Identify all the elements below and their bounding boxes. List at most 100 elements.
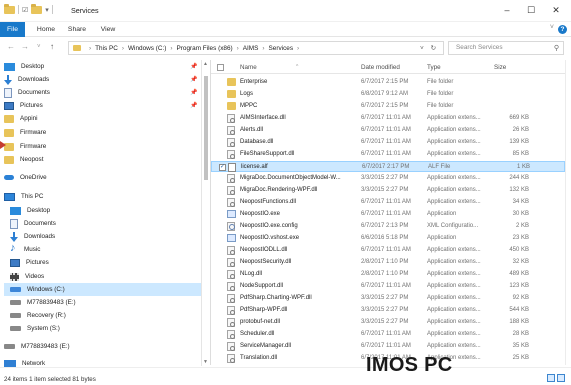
file-row-license-alf[interactable]: ✓ license.alf 6/7/2017 2:17 PM ALF File … bbox=[211, 161, 565, 172]
file-row-neopostfunctions[interactable]: NeopostFunctions.dll 6/7/2017 11:01 AM A… bbox=[211, 197, 565, 208]
file-row-neopostsecurity[interactable]: NeopostSecurity.dll 2/8/2017 1:10 PM App… bbox=[211, 257, 565, 268]
dll-icon bbox=[227, 198, 235, 207]
sidebar-item-pictures[interactable]: Pictures 📌 bbox=[4, 99, 203, 112]
select-all-checkbox[interactable] bbox=[217, 64, 224, 71]
refresh-icon[interactable]: ↻ bbox=[431, 45, 436, 52]
close-button[interactable]: ✕ bbox=[546, 4, 566, 16]
forward-arrow-icon[interactable]: → bbox=[21, 42, 29, 51]
column-header-size[interactable]: Size bbox=[494, 64, 506, 71]
recent-locations-chevron-icon[interactable]: ˅ bbox=[37, 44, 41, 50]
sidebar-item-downloads[interactable]: Downloads bbox=[10, 230, 209, 243]
sidebar-item-desktop[interactable]: Desktop 📌 bbox=[4, 60, 203, 73]
scroll-down-icon[interactable]: ▼ bbox=[203, 359, 208, 365]
tab-home[interactable]: Home bbox=[33, 22, 59, 37]
tab-view[interactable]: View bbox=[96, 22, 120, 37]
tab-share[interactable]: Share bbox=[63, 22, 91, 37]
sidebar-item-downloads[interactable]: Downloads 📌 bbox=[4, 73, 203, 86]
sidebar-item-onedrive[interactable]: OneDrive bbox=[4, 171, 203, 184]
breadcrumb-services[interactable]: Services bbox=[269, 45, 294, 52]
file-row-pdfsharp-wpf[interactable]: PdfSharp-WPF.dll 3/3/2015 2:27 PM Applic… bbox=[211, 305, 565, 316]
sidebar-item-recovery-r[interactable]: Recovery (R:) bbox=[10, 309, 209, 322]
music-icon bbox=[10, 242, 18, 255]
file-row-nodesupport[interactable]: NodeSupport.dll 6/7/2017 11:01 AM Applic… bbox=[211, 281, 565, 292]
sidebar-item-system-s[interactable]: System (S:) bbox=[10, 322, 209, 335]
file-row-scheduler[interactable]: Scheduler.dll 6/7/2017 11:01 AM Applicat… bbox=[211, 329, 565, 340]
chevron-down-icon[interactable]: ˅ bbox=[550, 24, 554, 31]
download-icon bbox=[4, 74, 12, 85]
search-input[interactable]: Search Services ⚲ bbox=[448, 41, 564, 55]
file-row-filesharesupport[interactable]: FileShareSupport.dll 6/7/2017 11:01 AM A… bbox=[211, 149, 565, 160]
sidebar-item-m778839483-e[interactable]: M778839483 (E:) bbox=[4, 340, 203, 353]
file-row-servicemanager[interactable]: ServiceManager.dll 6/7/2017 11:01 AM App… bbox=[211, 341, 565, 352]
quick-access-dropdown-icon[interactable]: ▾ bbox=[45, 6, 49, 14]
tab-file[interactable]: File bbox=[0, 22, 25, 37]
dll-icon bbox=[227, 342, 235, 351]
help-icon[interactable]: ? bbox=[558, 25, 567, 34]
file-list-scrollbar[interactable] bbox=[565, 60, 571, 365]
file-name: MPPC bbox=[240, 103, 258, 109]
file-size: 489 KB bbox=[509, 271, 529, 277]
back-arrow-icon[interactable]: ← bbox=[7, 42, 15, 51]
sidebar-item-pictures[interactable]: Pictures bbox=[10, 256, 209, 269]
breadcrumb-aims[interactable]: AIMS bbox=[243, 45, 259, 52]
sidebar-item-music[interactable]: Music bbox=[10, 242, 209, 256]
sidebar-scrollbar[interactable]: ▲ ▼ bbox=[201, 60, 210, 366]
file-row-nlog[interactable]: NLog.dll 2/8/2017 1:10 PM Application ex… bbox=[211, 269, 565, 280]
breadcrumb-this-pc[interactable]: This PC bbox=[95, 45, 118, 52]
sidebar-item-desktop[interactable]: Desktop bbox=[10, 204, 209, 217]
file-row-mppc[interactable]: MPPC 6/7/2017 2:15 PM File folder bbox=[211, 101, 565, 112]
file-row-pdfsharp-charting[interactable]: PdfSharp.Charting-WPF.dll 3/3/2015 2:27 … bbox=[211, 293, 565, 304]
sidebar-item-this-pc[interactable]: This PC bbox=[4, 190, 203, 203]
file-row-aimsinterface[interactable]: AIMSInterface.dll 6/7/2017 11:01 AM Appl… bbox=[211, 113, 565, 124]
file-row-enterprise[interactable]: Enterprise 6/7/2017 2:15 PM File folder bbox=[211, 77, 565, 88]
sidebar-item-documents[interactable]: Documents 📌 bbox=[4, 86, 203, 99]
file-row-logs[interactable]: Logs 6/8/2017 9:12 AM File folder bbox=[211, 89, 565, 100]
file-row-migradoc-dom[interactable]: MigraDoc.DocumentObjectModel-W... 3/3/20… bbox=[211, 173, 565, 184]
scrollbar-thumb[interactable] bbox=[204, 76, 208, 180]
sidebar-item-label: Desktop bbox=[21, 63, 45, 70]
maximize-button[interactable]: ☐ bbox=[521, 4, 541, 16]
file-row-neopostio-vshost[interactable]: NeopostIO.vshost.exe 6/6/2016 5:18 PM Ap… bbox=[211, 233, 565, 244]
large-icons-view-icon[interactable] bbox=[557, 374, 565, 382]
sidebar-item-firmware[interactable]: Firmware bbox=[4, 140, 203, 153]
file-row-alerts[interactable]: Alerts.dll 6/7/2017 11:01 AM Application… bbox=[211, 125, 565, 136]
file-name: Enterprise bbox=[240, 79, 268, 85]
sidebar-item-appini[interactable]: Appini bbox=[4, 112, 203, 125]
sidebar-item-label: Desktop bbox=[27, 207, 51, 214]
sidebar-item-documents[interactable]: Documents bbox=[10, 217, 209, 230]
scroll-up-icon[interactable]: ▲ bbox=[203, 61, 208, 67]
file-row-neopostiodll[interactable]: NeopostIODLL.dll 6/7/2017 11:01 AM Appli… bbox=[211, 245, 565, 256]
file-type: Application extens... bbox=[427, 175, 481, 181]
sidebar-item-firmware[interactable]: Firmware bbox=[4, 126, 203, 139]
properties-icon[interactable]: ☑ bbox=[22, 6, 28, 14]
new-folder-icon[interactable] bbox=[31, 3, 43, 14]
address-dropdown-icon[interactable]: ˅ bbox=[420, 45, 424, 52]
column-header-type[interactable]: Type bbox=[427, 64, 441, 71]
breadcrumb-windows-c[interactable]: Windows (C:) bbox=[128, 45, 166, 52]
file-date: 6/7/2017 11:01 AM bbox=[361, 127, 411, 133]
file-row-migradoc-rendering[interactable]: MigraDoc.Rendering-WPF.dll 3/3/2015 2:27… bbox=[211, 185, 565, 196]
column-header-name[interactable]: Name bbox=[240, 64, 257, 71]
file-row-neopostio-exe[interactable]: NeopostIO.exe 6/7/2017 11:01 AM Applicat… bbox=[211, 209, 565, 220]
sidebar-item-label: M778839483 (E:) bbox=[21, 343, 70, 350]
file-row-database[interactable]: Database.dll 6/7/2017 11:01 AM Applicati… bbox=[211, 137, 565, 148]
file-date: 6/7/2017 11:01 AM bbox=[361, 211, 411, 217]
sidebar-item-videos[interactable]: Videos bbox=[10, 270, 209, 283]
up-arrow-icon[interactable]: ↑ bbox=[50, 42, 54, 51]
column-header-date-modified[interactable]: Date modified bbox=[361, 64, 400, 71]
file-size: 188 KB bbox=[509, 319, 529, 325]
minimize-button[interactable]: – bbox=[497, 4, 517, 16]
row-checkbox[interactable]: ✓ bbox=[219, 164, 226, 171]
file-row-protobuf-net[interactable]: protobuf-net.dll 3/3/2015 2:27 PM Applic… bbox=[211, 317, 565, 328]
file-row-neopostio-config[interactable]: NeopostIO.exe.config 6/7/2017 2:13 PM XM… bbox=[211, 221, 565, 232]
address-actions: ˅ ↻ bbox=[420, 44, 436, 52]
address-bar[interactable]: › This PC › Windows (C:) › Program Files… bbox=[68, 41, 444, 55]
search-icon[interactable]: ⚲ bbox=[554, 43, 559, 55]
sidebar-item-windows-c[interactable]: Windows (C:) bbox=[4, 283, 203, 296]
sidebar-item-m778839483-e[interactable]: M778839483 (E:) bbox=[10, 296, 209, 309]
file-size: 35 KB bbox=[512, 343, 529, 349]
breadcrumb-program-files-x86[interactable]: Program Files (x86) bbox=[177, 45, 233, 52]
details-view-icon[interactable] bbox=[547, 374, 555, 382]
dll-icon bbox=[227, 354, 235, 363]
sidebar-item-neopost[interactable]: Neopost bbox=[4, 153, 203, 166]
